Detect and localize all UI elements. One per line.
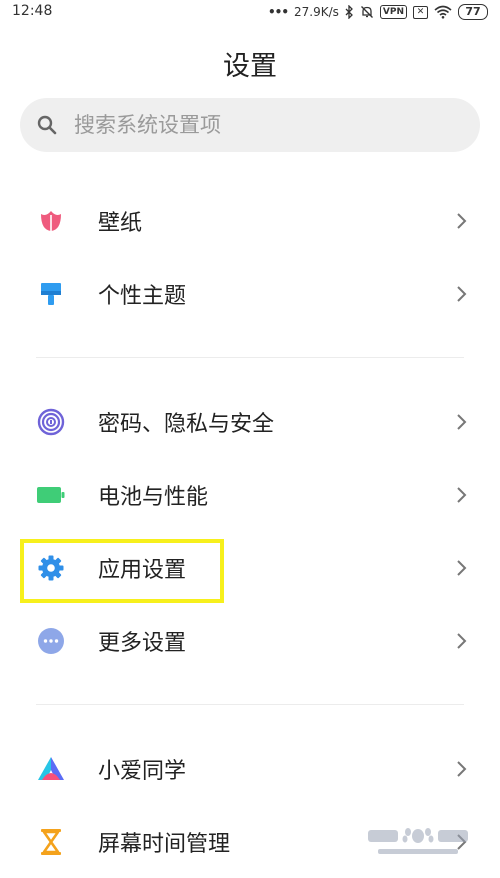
search-input[interactable] bbox=[72, 112, 436, 138]
wifi-icon bbox=[434, 5, 452, 19]
paintbrush-theme-icon bbox=[37, 280, 65, 308]
settings-item-label: 壁纸 bbox=[98, 210, 143, 236]
settings-item-label: 电池与性能 bbox=[98, 484, 209, 510]
settings-item-theme[interactable]: 个性主题 bbox=[0, 257, 500, 330]
settings-item-wallpaper[interactable]: 壁纸 bbox=[0, 184, 500, 257]
status-bar: 12:48 ••• 27.9K/s VPN ✕ 77 bbox=[0, 0, 500, 24]
chevron-right-icon bbox=[456, 559, 468, 577]
group-divider bbox=[0, 330, 500, 385]
battery-level: 77 bbox=[458, 4, 488, 20]
settings-item-more[interactable]: 更多设置 bbox=[0, 604, 500, 677]
more-notifications-icon: ••• bbox=[268, 5, 289, 19]
settings-item-battery[interactable]: 电池与性能 bbox=[0, 458, 500, 531]
settings-item-label: 更多设置 bbox=[98, 630, 187, 656]
settings-item-label: 小爱同学 bbox=[98, 758, 187, 784]
search-icon bbox=[36, 114, 58, 136]
highlight-box bbox=[20, 539, 224, 603]
xiaoai-assistant-icon bbox=[37, 755, 65, 783]
settings-list: 壁纸 个性主题 密码、隐私与安全 电池与性能 应用设置 更多设置 小爱同学 屏幕… bbox=[0, 184, 500, 878]
vpn-badge: VPN bbox=[379, 5, 407, 19]
hourglass-icon bbox=[37, 828, 65, 856]
group-divider bbox=[0, 677, 500, 732]
chevron-right-icon bbox=[456, 285, 468, 303]
status-icons: ••• 27.9K/s VPN ✕ 77 bbox=[268, 2, 488, 22]
watermark-logo bbox=[348, 822, 488, 862]
chevron-right-icon bbox=[456, 486, 468, 504]
tulip-wallpaper-icon bbox=[37, 207, 65, 235]
settings-item-xiaoai[interactable]: 小爱同学 bbox=[0, 732, 500, 805]
settings-item-label: 屏幕时间管理 bbox=[98, 831, 231, 857]
settings-item-security[interactable]: 密码、隐私与安全 bbox=[0, 385, 500, 458]
chevron-right-icon bbox=[456, 632, 468, 650]
fingerprint-icon bbox=[37, 408, 65, 436]
bluetooth-icon bbox=[345, 5, 354, 19]
mute-bell-icon bbox=[360, 5, 374, 19]
sim-off-icon: ✕ bbox=[413, 5, 428, 19]
more-dots-icon bbox=[37, 627, 65, 655]
network-speed: 27.9K/s bbox=[294, 5, 339, 19]
battery-icon bbox=[37, 481, 65, 509]
settings-item-label: 个性主题 bbox=[98, 283, 187, 309]
settings-item-label: 密码、隐私与安全 bbox=[98, 411, 275, 437]
status-time: 12:48 bbox=[12, 3, 53, 19]
search-bar[interactable] bbox=[20, 98, 480, 152]
chevron-right-icon bbox=[456, 212, 468, 230]
page-title: 设置 bbox=[223, 51, 277, 82]
chevron-right-icon bbox=[456, 413, 468, 431]
chevron-right-icon bbox=[456, 760, 468, 778]
